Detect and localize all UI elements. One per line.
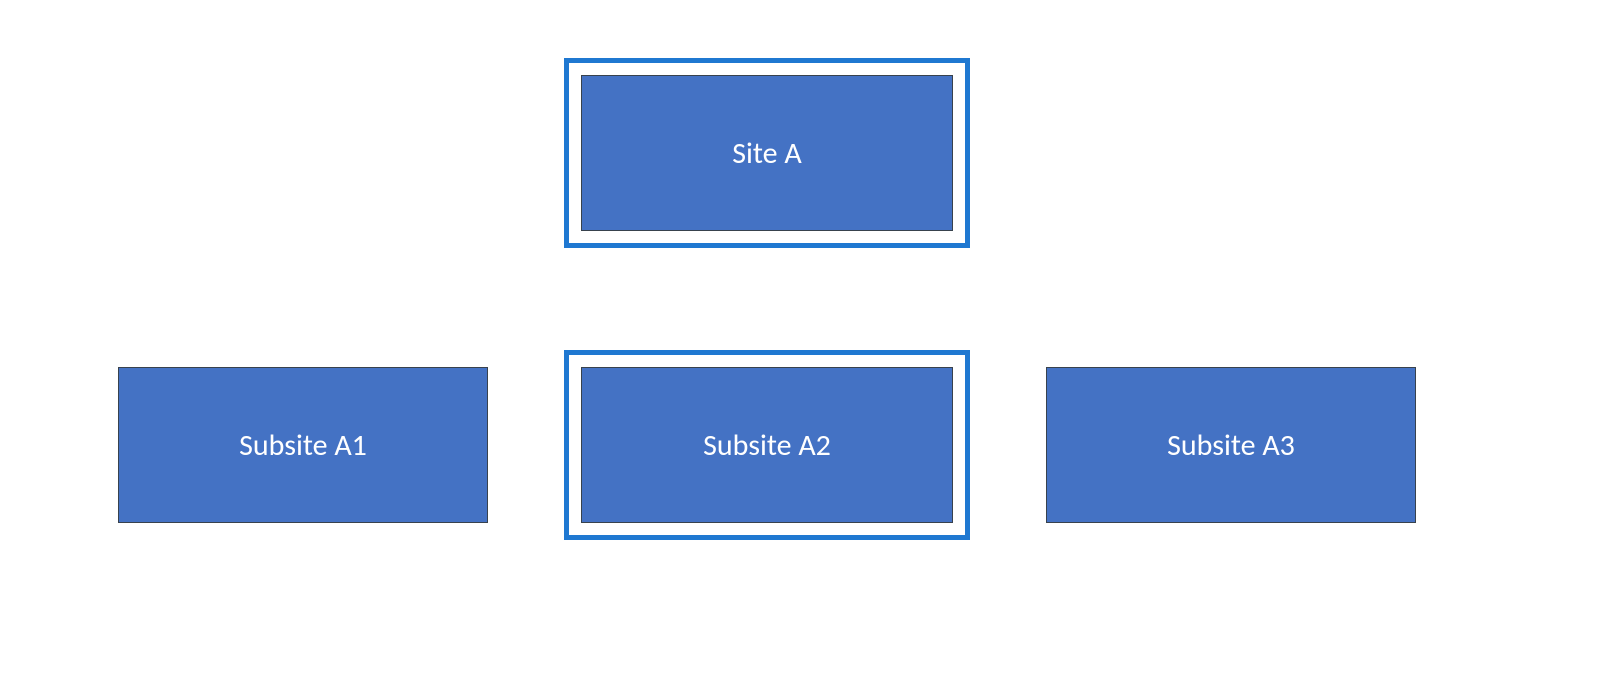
node-site-a: Site A: [564, 58, 970, 248]
node-subsite-a1: Subsite A1: [118, 367, 488, 523]
node-subsite-a2: Subsite A2: [564, 350, 970, 540]
node-site-a-label: Site A: [732, 135, 801, 172]
node-subsite-a2-label: Subsite A2: [703, 427, 831, 464]
node-subsite-a1-label: Subsite A1: [239, 427, 367, 464]
node-subsite-a3-label: Subsite A3: [1167, 427, 1295, 464]
node-subsite-a2-box: Subsite A2: [581, 367, 953, 523]
node-subsite-a3-box: Subsite A3: [1046, 367, 1416, 523]
node-subsite-a1-box: Subsite A1: [118, 367, 488, 523]
node-site-a-box: Site A: [581, 75, 953, 231]
node-subsite-a3: Subsite A3: [1046, 367, 1416, 523]
